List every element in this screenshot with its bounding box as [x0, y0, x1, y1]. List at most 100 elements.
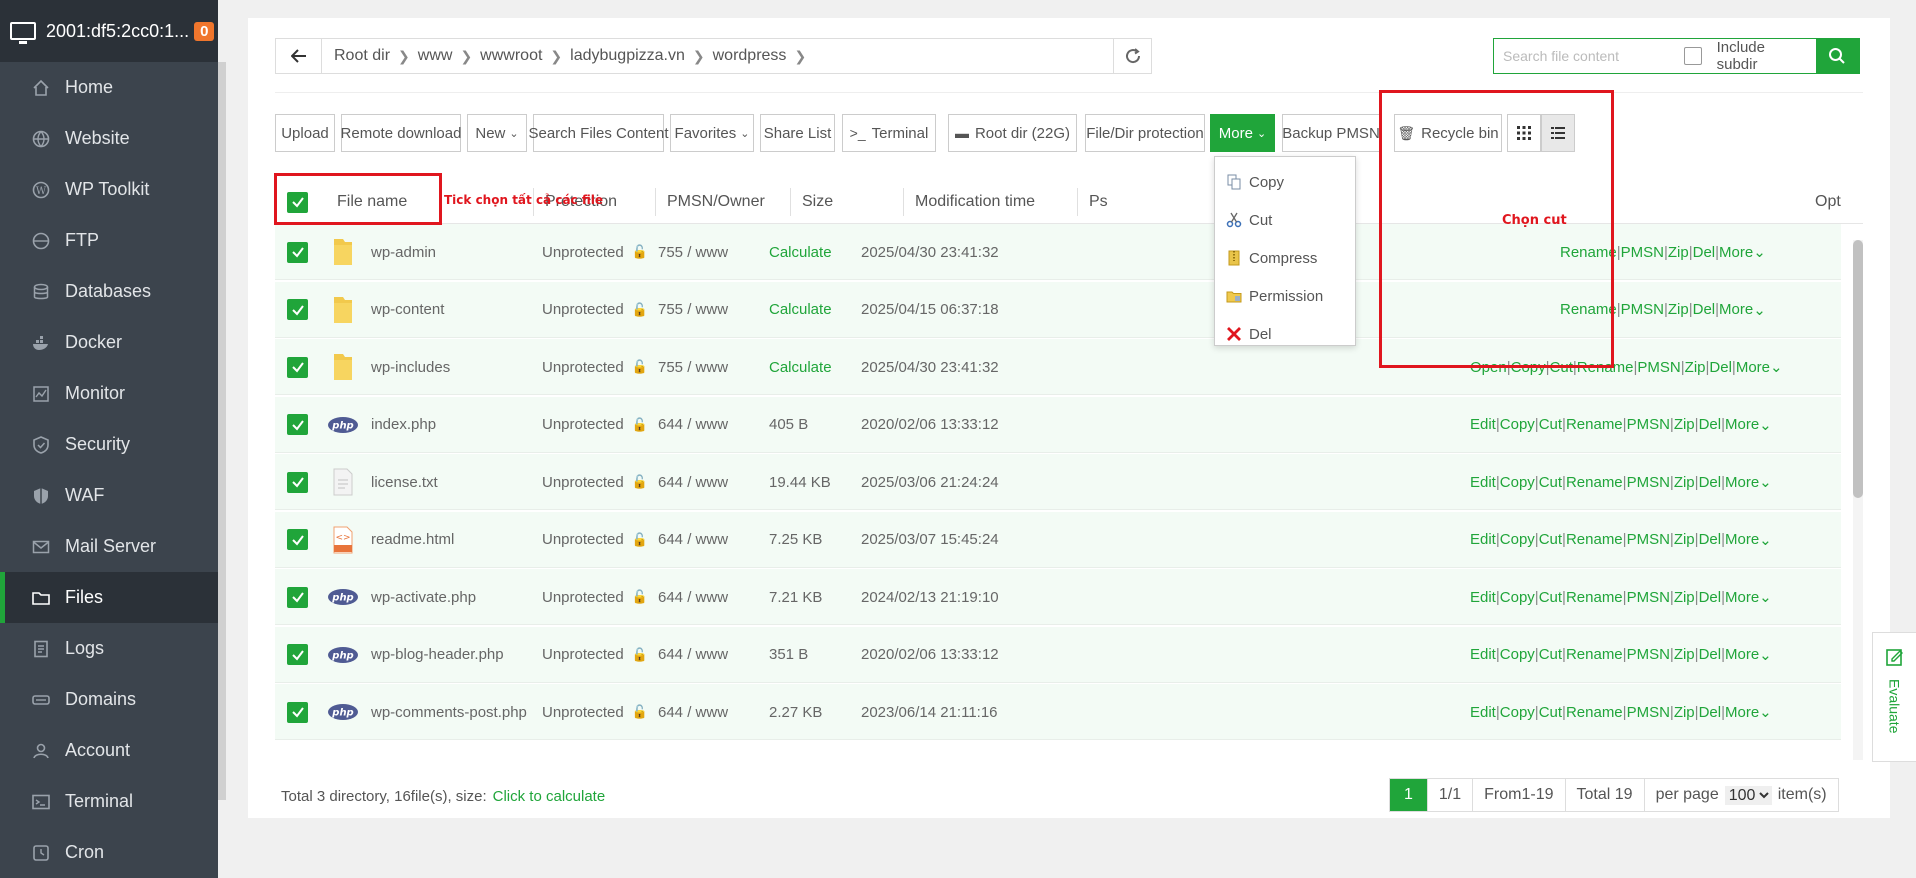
op-copy[interactable]: Copy [1500, 646, 1535, 663]
more-menu-copy[interactable]: Copy [1215, 163, 1355, 201]
op-cut[interactable]: Cut [1539, 589, 1562, 606]
row-checkbox[interactable] [287, 569, 308, 625]
breadcrumb-item[interactable]: wordpress ❯ [705, 47, 807, 65]
size-cell[interactable]: Calculate [769, 224, 832, 280]
sidebar-item-monitor[interactable]: Monitor [0, 368, 218, 419]
file-name[interactable]: index.php [371, 397, 436, 453]
file-name[interactable]: wp-admin [371, 224, 436, 280]
file-name[interactable]: license.txt [371, 454, 438, 510]
op-edit[interactable]: Edit [1470, 531, 1496, 548]
file-name[interactable]: wp-activate.php [371, 569, 476, 625]
op-cut[interactable]: Cut [1539, 474, 1562, 491]
op-zip[interactable]: Zip [1674, 474, 1695, 491]
pmsn-cell[interactable]: 644 / www [658, 397, 728, 453]
th-mtime[interactable]: Modification time [903, 180, 1035, 224]
pmsn-cell[interactable]: 644 / www [658, 684, 728, 740]
table-row[interactable]: php wp-activate.php Unprotected 🔓 644 / www 7… [275, 569, 1841, 625]
more-menu-cut[interactable]: Cut [1215, 201, 1355, 239]
search-files-content-button[interactable]: Search Files Content [528, 114, 669, 152]
op-zip[interactable]: Zip [1674, 704, 1695, 721]
op-pmsn[interactable]: PMSN [1637, 359, 1680, 376]
op-edit[interactable]: Edit [1470, 416, 1496, 433]
terminal-button[interactable]: >_ Terminal [842, 114, 936, 152]
op-rename[interactable]: Rename [1560, 301, 1617, 318]
op-pmsn[interactable]: PMSN [1627, 589, 1670, 606]
include-subdir-checkbox[interactable]: Include subdir [1684, 39, 1816, 73]
sidebar-item-ftp[interactable]: FTP [0, 215, 218, 266]
op-zip[interactable]: Zip [1668, 244, 1689, 261]
recycle-bin-button[interactable]: 🗑 Recycle bin [1394, 114, 1502, 152]
table-row[interactable]: wp-admin Unprotected 🔓 755 / www Calculate 20… [275, 224, 1841, 280]
op-pmsn[interactable]: PMSN [1627, 531, 1670, 548]
op-copy[interactable]: Copy [1500, 589, 1535, 606]
op-edit[interactable]: Edit [1470, 704, 1496, 721]
evaluate-tab[interactable]: Evaluate [1872, 632, 1916, 762]
table-scroll-thumb[interactable] [1853, 240, 1863, 498]
th-ps[interactable]: Ps [1077, 180, 1108, 224]
breadcrumb-item[interactable]: Root dir ❯ [326, 47, 410, 65]
sidebar-item-mail-server[interactable]: Mail Server [0, 521, 218, 572]
op-rename[interactable]: Rename [1566, 589, 1623, 606]
sidebar-item-security[interactable]: Security [0, 419, 218, 470]
checkbox-checked[interactable] [287, 529, 308, 550]
sidebar-item-terminal[interactable]: Terminal [0, 776, 218, 827]
op-rename[interactable]: Rename [1577, 359, 1634, 376]
table-row[interactable]: php index.php Unprotected 🔓 644 / www 405 B 20… [275, 396, 1841, 453]
op-cut[interactable]: Cut [1539, 646, 1562, 663]
table-row[interactable]: wp-includes Unprotected 🔓 755 / www Calculat… [275, 339, 1841, 395]
op-del[interactable]: Del [1699, 474, 1722, 491]
checkbox-checked[interactable] [287, 191, 308, 213]
new-button[interactable]: New ⌄ [467, 114, 527, 152]
op-rename[interactable]: Rename [1566, 416, 1623, 433]
search-input[interactable] [1494, 39, 1684, 73]
size-cell[interactable]: Calculate [769, 282, 832, 338]
op-del[interactable]: Del [1699, 531, 1722, 548]
file-name[interactable]: wp-blog-header.php [371, 627, 504, 683]
checkbox-checked[interactable] [287, 356, 308, 378]
th-file-name[interactable]: File name [337, 180, 407, 224]
checkbox-checked[interactable] [287, 414, 308, 435]
checkbox-box[interactable] [1684, 47, 1702, 65]
protection-cell[interactable]: Unprotected 🔓 [542, 397, 648, 453]
op-del[interactable]: Del [1709, 359, 1732, 376]
protection-cell[interactable]: Unprotected 🔓 [542, 224, 648, 280]
checkbox-checked[interactable] [287, 586, 308, 608]
table-row[interactable]: php wp-comments-post.php Unprotected 🔓 644 /… [275, 684, 1841, 740]
pmsn-cell[interactable]: 644 / www [658, 569, 728, 625]
protection-cell[interactable]: Unprotected 🔓 [542, 684, 648, 740]
pmsn-cell[interactable]: 644 / www [658, 512, 728, 568]
op-pmsn[interactable]: PMSN [1627, 646, 1670, 663]
op-more[interactable]: More [1719, 301, 1753, 318]
checkbox-checked[interactable] [287, 241, 308, 263]
op-cut[interactable]: Cut [1539, 531, 1562, 548]
search-button[interactable] [1815, 39, 1859, 73]
table-row[interactable]: wp-content Unprotected 🔓 755 / www Calculate… [275, 281, 1841, 338]
sidebar-item-cron[interactable]: Cron [0, 827, 218, 878]
op-more[interactable]: More [1725, 416, 1759, 433]
th-size[interactable]: Size [790, 180, 833, 224]
sidebar-item-website[interactable]: Website [0, 113, 218, 164]
refresh-button[interactable] [1113, 39, 1151, 73]
op-del[interactable]: Del [1699, 416, 1722, 433]
op-more[interactable]: More [1725, 474, 1759, 491]
protection-cell[interactable]: Unprotected 🔓 [542, 512, 648, 568]
file-name[interactable]: wp-content [371, 282, 444, 338]
remote-download-button[interactable]: Remote download [341, 114, 461, 152]
row-checkbox[interactable] [287, 454, 308, 510]
op-more[interactable]: More [1725, 531, 1759, 548]
op-del[interactable]: Del [1699, 589, 1722, 606]
more-button[interactable]: More ⌄ [1210, 114, 1275, 152]
page-current[interactable]: 1 [1390, 779, 1428, 811]
op-zip[interactable]: Zip [1685, 359, 1706, 376]
notification-badge[interactable]: 0 [194, 21, 215, 41]
op-cut[interactable]: Cut [1539, 704, 1562, 721]
row-checkbox[interactable] [287, 627, 308, 683]
op-zip[interactable]: Zip [1674, 416, 1695, 433]
file-name[interactable]: wp-includes [371, 339, 450, 395]
op-zip[interactable]: Zip [1674, 646, 1695, 663]
server-header[interactable]: 2001:df5:2cc0:1... 0 [0, 0, 218, 62]
per-page-select[interactable]: 100 [1724, 785, 1772, 805]
op-edit[interactable]: Edit [1470, 474, 1496, 491]
op-pmsn[interactable]: PMSN [1627, 474, 1670, 491]
pmsn-cell[interactable]: 755 / www [658, 224, 728, 280]
